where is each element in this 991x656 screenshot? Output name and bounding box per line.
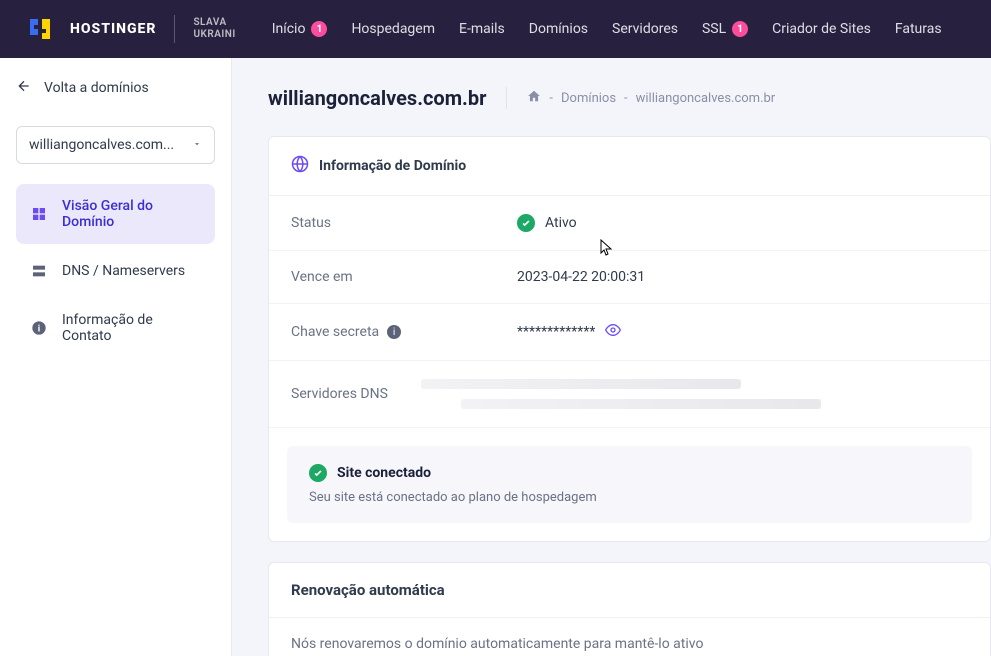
slava-ukraini: SLAVA UKRAINI: [193, 17, 235, 41]
home-icon[interactable]: [527, 89, 541, 107]
primary-nav: Início 1 Hospedagem E-mails Domínios Ser…: [272, 21, 942, 37]
site-connected-box: Site conectado Seu site está conectado a…: [287, 446, 972, 523]
chevron-down-icon: [192, 137, 202, 153]
breadcrumb-sep: -: [624, 91, 628, 106]
secret-label-text: Chave secreta: [291, 324, 379, 340]
back-to-domains[interactable]: Volta a domínios: [16, 78, 215, 98]
svg-text:i: i: [38, 323, 40, 334]
row-expires: Vence em 2023-04-22 20:00:31: [269, 251, 990, 304]
connected-title: Site conectado: [309, 464, 950, 482]
main-content: williangoncalves.com.br - Domínios - wil…: [232, 58, 991, 656]
slava-line2: UKRAINI: [193, 29, 235, 41]
status-text: Ativo: [545, 215, 577, 231]
title-divider: [506, 87, 507, 109]
nav-criador-sites[interactable]: Criador de Sites: [772, 21, 871, 37]
check-circle-icon: [517, 214, 535, 232]
sidebar-item-contact[interactable]: i Informação de Contato: [16, 298, 215, 358]
nav-label: SSL: [702, 21, 726, 37]
brand-name: HOSTINGER: [70, 21, 156, 37]
status-label: Status: [291, 215, 517, 231]
arrow-left-icon: [16, 78, 32, 98]
sidebar: Volta a domínios williangoncalves.com...…: [0, 58, 232, 656]
auto-renew-title: Renovação automática: [269, 563, 990, 618]
dashboard-icon: [30, 205, 48, 223]
nav-ssl[interactable]: SSL 1: [702, 21, 748, 37]
domain-selector[interactable]: williangoncalves.com...: [16, 126, 215, 164]
breadcrumb-sep: -: [549, 91, 553, 106]
eye-icon[interactable]: [605, 322, 621, 342]
nav-inicio[interactable]: Início 1: [272, 21, 328, 37]
globe-icon: [291, 155, 309, 177]
connected-subtitle: Seu site está conectado ao plano de hosp…: [309, 490, 950, 505]
secret-value: *************: [517, 322, 621, 342]
nav-label: Faturas: [895, 21, 942, 37]
dns-values-redacted: [421, 379, 968, 409]
dns-label: Servidores DNS: [291, 386, 421, 402]
auto-renew-body: Nós renovaremos o domínio automaticament…: [269, 618, 990, 656]
sidebar-item-overview[interactable]: Visão Geral do Domínio: [16, 184, 215, 244]
nav-label: Hospedagem: [351, 21, 435, 37]
connected-title-text: Site conectado: [337, 465, 431, 481]
nav-hospedagem[interactable]: Hospedagem: [351, 21, 435, 37]
row-secret: Chave secreta i *************: [269, 304, 990, 361]
selected-domain-text: williangoncalves.com...: [29, 137, 174, 153]
row-dns: Servidores DNS: [269, 361, 990, 428]
sidebar-item-dns[interactable]: DNS / Nameservers: [16, 248, 215, 294]
nav-label: Servidores: [612, 21, 678, 37]
dns-icon: [30, 262, 48, 280]
page-header: williangoncalves.com.br - Domínios - wil…: [268, 86, 991, 110]
breadcrumb-current: williangoncalves.com.br: [636, 91, 776, 106]
card-header: Informação de Domínio: [269, 137, 990, 196]
status-value: Ativo: [517, 214, 577, 232]
slava-line1: SLAVA: [193, 17, 235, 29]
sidebar-item-label: Visão Geral do Domínio: [62, 198, 201, 230]
expires-value: 2023-04-22 20:00:31: [517, 269, 645, 285]
redacted-bar: [421, 379, 741, 389]
back-label: Volta a domínios: [44, 80, 149, 96]
page-title: williangoncalves.com.br: [268, 86, 486, 110]
expires-label: Vence em: [291, 269, 517, 285]
info-icon: i: [30, 319, 48, 337]
nav-label: Domínios: [529, 21, 588, 37]
redacted-bar: [461, 399, 821, 409]
nav-servidores[interactable]: Servidores: [612, 21, 678, 37]
hostinger-logo-icon: [28, 17, 52, 41]
row-status: Status Ativo: [269, 196, 990, 251]
nav-label: Criador de Sites: [772, 21, 871, 37]
secret-label: Chave secreta i: [291, 324, 517, 340]
breadcrumb-dominios[interactable]: Domínios: [561, 91, 616, 106]
domain-info-card: Informação de Domínio Status Ativo Vence…: [268, 136, 991, 542]
nav-faturas[interactable]: Faturas: [895, 21, 942, 37]
nav-label: Início: [272, 21, 306, 37]
nav-label: E-mails: [459, 21, 505, 37]
check-circle-icon: [309, 464, 327, 482]
brand-block: HOSTINGER SLAVA UKRAINI: [28, 15, 236, 43]
sidebar-item-label: DNS / Nameservers: [62, 263, 185, 279]
card-title: Informação de Domínio: [319, 158, 466, 174]
secret-masked: *************: [517, 324, 595, 340]
breadcrumb: - Domínios - williangoncalves.com.br: [527, 89, 775, 107]
nav-dominios[interactable]: Domínios: [529, 21, 588, 37]
nav-emails[interactable]: E-mails: [459, 21, 505, 37]
nav-badge: 1: [311, 21, 327, 37]
auto-renew-card: Renovação automática Nós renovaremos o d…: [268, 562, 991, 656]
sidebar-item-label: Informação de Contato: [62, 312, 201, 344]
top-navbar: HOSTINGER SLAVA UKRAINI Início 1 Hospeda…: [0, 0, 991, 58]
info-tooltip-icon[interactable]: i: [387, 325, 401, 339]
brand-divider: [174, 15, 175, 43]
nav-badge: 1: [732, 21, 748, 37]
